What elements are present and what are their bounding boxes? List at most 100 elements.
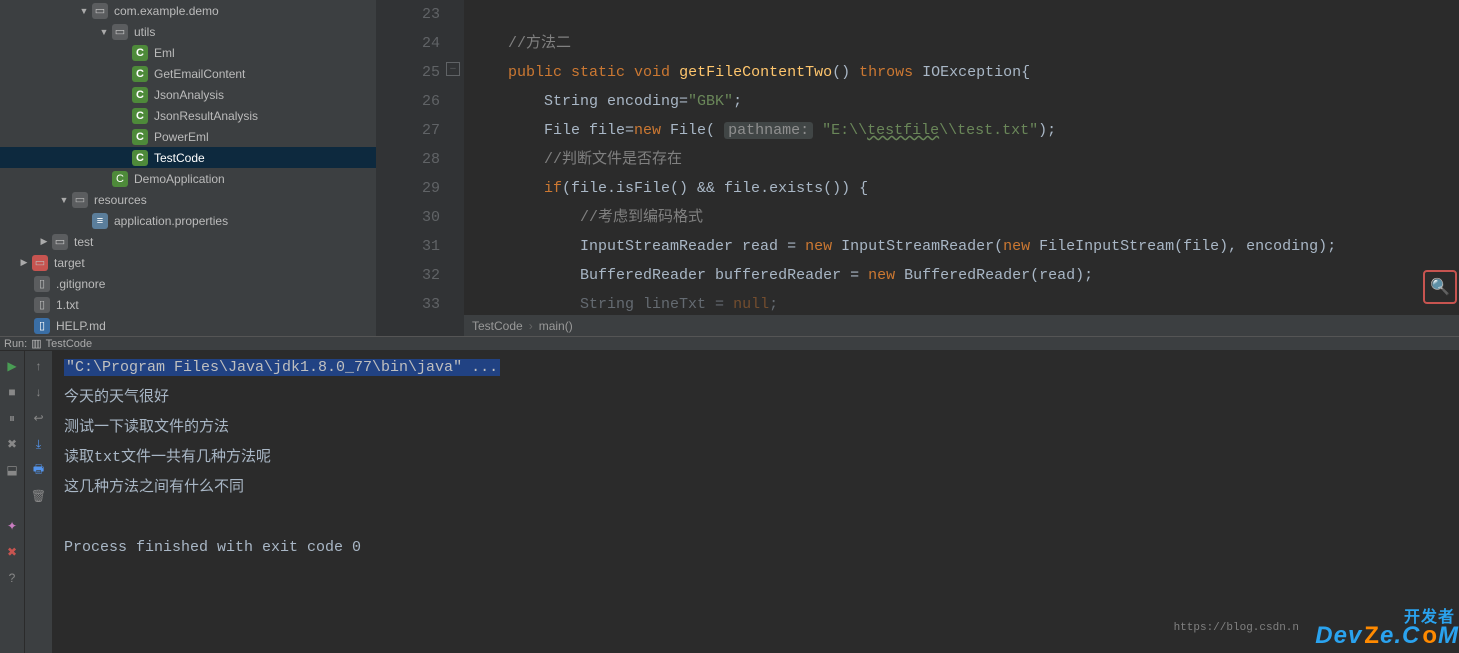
tree-node-class-testcode[interactable]: C TestCode (0, 147, 376, 168)
markdown-icon: ▯ (34, 318, 50, 334)
tree-node-class-getemail[interactable]: C GetEmailContent (0, 63, 376, 84)
tree-label: GetEmailContent (154, 67, 245, 81)
down-stack-button[interactable]: ↓ (30, 383, 48, 401)
tree-label: PowerEml (154, 130, 209, 144)
code-editor[interactable]: 23 24 25 26 27 28 29 30 31 32 33 ─ //方法二… (376, 0, 1459, 336)
line-number: 24 (376, 29, 440, 58)
class-run-icon: C (112, 171, 128, 187)
tree-label: 1.txt (56, 298, 79, 312)
tree-node-resources[interactable]: ▼ ▭ resources (0, 189, 376, 210)
line-number-gutter[interactable]: 23 24 25 26 27 28 29 30 31 32 33 ─ (376, 0, 464, 336)
breadcrumbs[interactable]: TestCode › main() (464, 314, 1459, 336)
console-exit-line: Process finished with exit code 0 (64, 539, 361, 556)
class-icon: C (132, 150, 148, 166)
soft-wrap-button[interactable]: ↩ (30, 409, 48, 427)
code-line: File file=new File( pathname: "E:\\testf… (472, 116, 1459, 145)
tree-label: com.example.demo (114, 4, 219, 18)
clear-all-button[interactable]: 🗑 (30, 487, 48, 505)
tree-label: .gitignore (56, 277, 105, 291)
watermark-logo: 开发者 DevZe.CoM (1315, 621, 1459, 651)
file-icon: ▯ (34, 297, 50, 313)
code-line (472, 0, 1459, 29)
line-number: 26 (376, 87, 440, 116)
tree-label: test (74, 235, 93, 249)
dump-threads-button[interactable]: ✦ (3, 517, 21, 535)
code-line: //方法二 (472, 29, 1459, 58)
scroll-to-end-button[interactable]: ⤓ (30, 435, 48, 453)
tree-node-test[interactable]: ▶ ▭ test (0, 231, 376, 252)
class-icon: C (132, 129, 148, 145)
class-icon: C (132, 66, 148, 82)
tree-node-package-com[interactable]: ▼ ▭ com.example.demo (0, 0, 376, 21)
console-command: "C:\Program Files\Java\jdk1.8.0_77\bin\j… (64, 359, 500, 376)
tree-label: JsonAnalysis (154, 88, 224, 102)
tree-node-class-demoapp[interactable]: C DemoApplication (0, 168, 376, 189)
exit-button[interactable]: ✖ (3, 435, 21, 453)
stop-button[interactable]: ■ (3, 383, 21, 401)
chevron-right-icon: ▶ (38, 236, 50, 248)
pause-button[interactable]: ⏸ (3, 409, 21, 427)
close-button[interactable]: ✖ (3, 543, 21, 561)
tree-node-appprops[interactable]: ≡ application.properties (0, 210, 376, 231)
run-toolbar-left: ▶ ■ ⏸ ✖ ⬓ ✦ ✖ ? (0, 351, 24, 653)
tree-label: DemoApplication (134, 172, 225, 186)
tree-node-class-powereml[interactable]: C PowerEml (0, 126, 376, 147)
rerun-button[interactable]: ▶ (3, 357, 21, 375)
run-tool-window-header[interactable]: Run: ▥ TestCode (0, 336, 1459, 351)
line-number: 30 (376, 203, 440, 232)
console-line: 读取txt文件一共有几种方法呢 (64, 449, 271, 466)
code-line: BufferedReader bufferedReader = new Buff… (472, 261, 1459, 290)
code-line: //考虑到编码格式 (472, 203, 1459, 232)
tree-node-1txt[interactable]: ▯ 1.txt (0, 294, 376, 315)
console-line: 测试一下读取文件的方法 (64, 419, 229, 436)
tree-node-class-eml[interactable]: C Eml (0, 42, 376, 63)
tree-label: target (54, 256, 85, 270)
line-number: 23 (376, 0, 440, 29)
line-number: 33 (376, 290, 440, 310)
run-config-icon: ▥ (31, 337, 41, 350)
breadcrumb-item[interactable]: main() (539, 319, 573, 333)
console-output[interactable]: "C:\Program Files\Java\jdk1.8.0_77\bin\j… (52, 351, 1459, 653)
code-line: if(file.isFile() && file.exists()) { (472, 174, 1459, 203)
class-icon: C (132, 108, 148, 124)
tree-label: application.properties (114, 214, 228, 228)
line-number: 29 (376, 174, 440, 203)
chevron-right-icon: › (529, 319, 533, 333)
tree-node-target[interactable]: ▶ ▭ target (0, 252, 376, 273)
tree-node-package-utils[interactable]: ▼ ▭ utils (0, 21, 376, 42)
tree-node-gitignore[interactable]: ▯ .gitignore (0, 273, 376, 294)
parameter-hint: pathname: (724, 122, 813, 139)
tree-label: resources (94, 193, 147, 207)
line-number: 32 (376, 261, 440, 290)
up-stack-button[interactable]: ↑ (30, 357, 48, 375)
help-button[interactable]: ? (3, 569, 21, 587)
chevron-down-icon: ▼ (58, 194, 70, 206)
target-folder-icon: ▭ (32, 255, 48, 271)
properties-icon: ≡ (92, 213, 108, 229)
line-number: 25 (376, 58, 440, 87)
print-button[interactable]: 🖶 (30, 461, 48, 479)
method-separator-icon[interactable]: ─ (446, 62, 460, 76)
code-line: public static void getFileContentTwo() t… (472, 58, 1459, 87)
code-content[interactable]: //方法二 public static void getFileContentT… (464, 0, 1459, 336)
tree-node-helpmd[interactable]: ▯ HELP.md (0, 315, 376, 336)
breadcrumb-item[interactable]: TestCode (472, 319, 523, 333)
package-icon: ▭ (92, 3, 108, 19)
project-tree[interactable]: ▼ ▭ com.example.demo ▼ ▭ utils C Eml C G… (0, 0, 376, 336)
run-config-name[interactable]: TestCode (46, 338, 92, 350)
class-icon: C (132, 87, 148, 103)
console-line: 今天的天气很好 (64, 389, 169, 406)
code-line: InputStreamReader read = new InputStream… (472, 232, 1459, 261)
tree-node-class-jsonresult[interactable]: C JsonResultAnalysis (0, 105, 376, 126)
run-tool-window: ▶ ■ ⏸ ✖ ⬓ ✦ ✖ ? ↑ ↓ ↩ ⤓ 🖶 🗑 "C:\Program … (0, 351, 1459, 653)
run-toolbar-console: ↑ ↓ ↩ ⤓ 🖶 🗑 (24, 351, 52, 653)
tree-label: utils (134, 25, 155, 39)
chevron-down-icon: ▼ (78, 5, 90, 17)
chevron-down-icon: ▼ (98, 26, 110, 38)
tree-label: TestCode (154, 151, 205, 165)
line-number: 27 (376, 116, 440, 145)
layout-button[interactable]: ⬓ (3, 461, 21, 479)
tree-node-class-jsonanalysis[interactable]: C JsonAnalysis (0, 84, 376, 105)
package-icon: ▭ (112, 24, 128, 40)
search-highlight-icon[interactable]: 🔍 (1423, 270, 1457, 304)
